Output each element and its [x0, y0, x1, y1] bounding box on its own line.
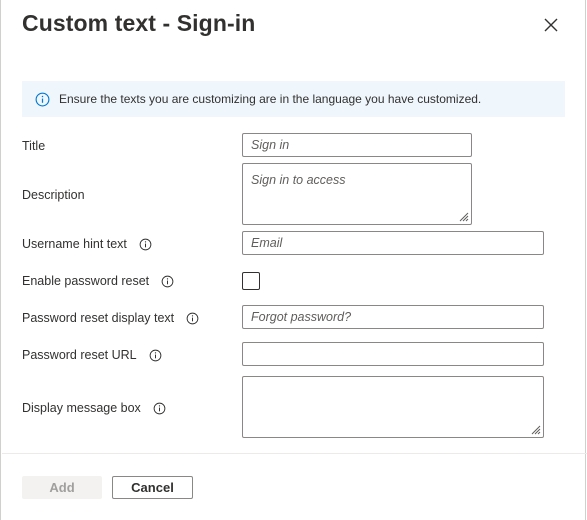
resize-grip-icon[interactable]	[529, 423, 541, 435]
password-reset-url-label-text: Password reset URL	[22, 348, 137, 362]
username-hint-input[interactable]: Email	[242, 231, 544, 255]
password-reset-text-placeholder: Forgot password?	[251, 310, 352, 324]
title-label: Title	[22, 139, 45, 153]
enable-password-reset-label: Enable password reset	[22, 274, 174, 288]
custom-text-panel: Custom text - Sign-in Ensure the texts y…	[0, 0, 587, 520]
info-message-bar: Ensure the texts you are customizing are…	[22, 81, 565, 117]
info-icon	[35, 92, 50, 106]
description-textarea[interactable]: Sign in to access	[242, 163, 472, 225]
password-reset-text-label-text: Password reset display text	[22, 311, 175, 325]
enable-password-reset-label-text: Enable password reset	[22, 274, 150, 288]
title-placeholder: Sign in	[251, 138, 290, 152]
info-tooltip-icon[interactable]	[153, 402, 166, 415]
close-icon[interactable]	[541, 15, 561, 35]
info-tooltip-icon[interactable]	[161, 275, 174, 288]
display-message-label-text: Display message box	[22, 401, 141, 415]
info-message-text: Ensure the texts you are customizing are…	[59, 92, 482, 106]
username-hint-placeholder: Email	[251, 236, 283, 250]
add-button[interactable]: Add	[22, 476, 102, 499]
description-label: Description	[22, 188, 85, 202]
display-message-label: Display message box	[22, 401, 166, 415]
title-input[interactable]: Sign in	[242, 133, 472, 157]
cancel-button[interactable]: Cancel	[112, 476, 193, 499]
password-reset-url-label: Password reset URL	[22, 348, 162, 362]
footer-divider	[2, 453, 587, 454]
info-tooltip-icon[interactable]	[149, 349, 162, 362]
description-label-text: Description	[22, 188, 85, 202]
info-tooltip-icon[interactable]	[139, 238, 152, 251]
password-reset-text-label: Password reset display text	[22, 311, 199, 325]
enable-password-reset-checkbox[interactable]	[242, 272, 260, 290]
title-label-text: Title	[22, 139, 46, 153]
info-tooltip-icon[interactable]	[186, 312, 199, 325]
password-reset-text-input[interactable]: Forgot password?	[242, 305, 544, 329]
resize-grip-icon[interactable]	[457, 210, 469, 222]
dialog-title: Custom text - Sign-in	[22, 10, 256, 36]
display-message-textarea[interactable]	[242, 376, 544, 438]
description-placeholder: Sign in to access	[251, 173, 346, 187]
password-reset-url-input[interactable]	[242, 342, 544, 366]
username-hint-label: Username hint text	[22, 237, 152, 251]
username-hint-label-text: Username hint text	[22, 237, 127, 251]
